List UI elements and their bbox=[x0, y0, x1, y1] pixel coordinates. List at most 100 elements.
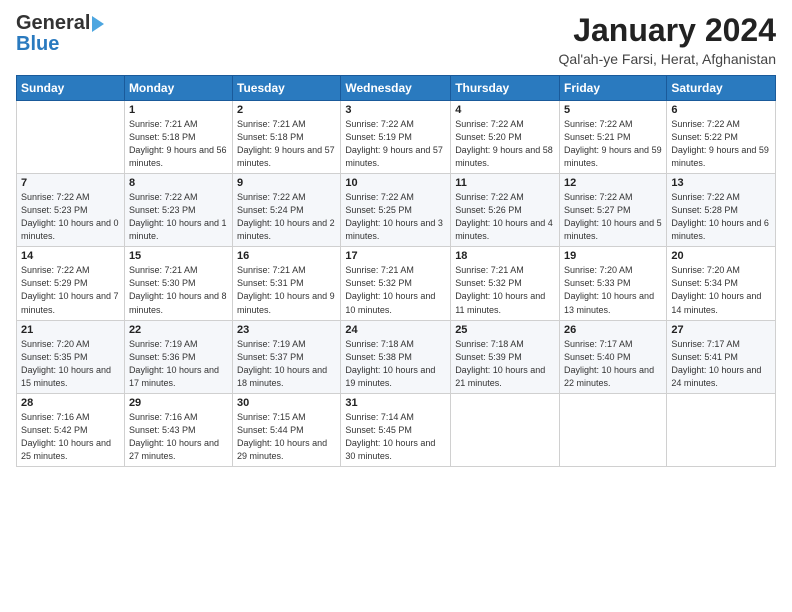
logo-arrow-icon bbox=[92, 16, 104, 32]
table-row: 30Sunrise: 7:15 AMSunset: 5:44 PMDayligh… bbox=[233, 393, 341, 466]
table-row: 24Sunrise: 7:18 AMSunset: 5:38 PMDayligh… bbox=[341, 320, 451, 393]
day-number: 20 bbox=[671, 250, 771, 262]
day-number: 30 bbox=[237, 397, 336, 409]
day-info: Sunrise: 7:16 AMSunset: 5:43 PMDaylight:… bbox=[129, 411, 228, 463]
table-row: 18 Sunrise: 7:21 AMSunset: 5:32 PMDayligh… bbox=[451, 247, 560, 320]
day-number: 19 bbox=[564, 250, 662, 262]
col-monday: Monday bbox=[124, 76, 232, 101]
day-number: 6 bbox=[671, 104, 771, 116]
day-info: Sunrise: 7:22 AMSunset: 5:25 PMDaylight:… bbox=[345, 191, 446, 243]
day-info: Sunrise: 7:22 AMSunset: 5:19 PMDaylight:… bbox=[345, 118, 446, 170]
calendar-week-row: 21 Sunrise: 7:20 AMSunset: 5:35 PMDayligh… bbox=[17, 320, 776, 393]
table-row: 8Sunrise: 7:22 AMSunset: 5:23 PMDaylight… bbox=[124, 174, 232, 247]
calendar-week-row: 1 Sunrise: 7:21 AMSunset: 5:18 PMDaylight… bbox=[17, 101, 776, 174]
day-info: Sunrise: 7:22 AMSunset: 5:21 PMDaylight:… bbox=[564, 118, 662, 170]
page: General Blue January 2024 Qal'ah-ye Fars… bbox=[0, 0, 792, 612]
table-row: 13 Sunrise: 7:22 AMSunset: 5:28 PMDayligh… bbox=[667, 174, 776, 247]
day-number: 28 bbox=[21, 397, 120, 409]
day-info: Sunrise: 7:21 AMSunset: 5:18 PMDaylight:… bbox=[237, 118, 336, 170]
day-info: Sunrise: 7:20 AMSunset: 5:35 PMDaylight:… bbox=[21, 338, 120, 390]
day-info: Sunrise: 7:21 AMSunset: 5:18 PMDaylight:… bbox=[129, 118, 228, 170]
day-info: Sunrise: 7:18 AMSunset: 5:38 PMDaylight:… bbox=[345, 338, 446, 390]
table-row: 17 Sunrise: 7:21 AMSunset: 5:32 PMDayligh… bbox=[341, 247, 451, 320]
day-info: Sunrise: 7:22 AMSunset: 5:29 PMDaylight:… bbox=[21, 264, 120, 316]
table-row bbox=[667, 393, 776, 466]
day-number: 15 bbox=[129, 250, 228, 262]
day-number: 25 bbox=[455, 324, 555, 336]
title-block: January 2024 Qal'ah-ye Farsi, Herat, Afg… bbox=[559, 12, 776, 67]
day-number: 3 bbox=[345, 104, 446, 116]
day-number: 10 bbox=[345, 177, 446, 189]
day-info: Sunrise: 7:20 AMSunset: 5:34 PMDaylight:… bbox=[671, 264, 771, 316]
day-info: Sunrise: 7:22 AMSunset: 5:24 PMDaylight:… bbox=[237, 191, 336, 243]
day-number: 27 bbox=[671, 324, 771, 336]
calendar-week-row: 28 Sunrise: 7:16 AMSunset: 5:42 PMDayligh… bbox=[17, 393, 776, 466]
calendar-header-row: Sunday Monday Tuesday Wednesday Thursday… bbox=[17, 76, 776, 101]
table-row: 5 Sunrise: 7:22 AMSunset: 5:21 PMDaylight… bbox=[560, 101, 667, 174]
col-tuesday: Tuesday bbox=[233, 76, 341, 101]
day-info: Sunrise: 7:22 AMSunset: 5:22 PMDaylight:… bbox=[671, 118, 771, 170]
table-row: 2 Sunrise: 7:21 AMSunset: 5:18 PMDaylight… bbox=[233, 101, 341, 174]
day-info: Sunrise: 7:22 AMSunset: 5:20 PMDaylight:… bbox=[455, 118, 555, 170]
header: General Blue January 2024 Qal'ah-ye Fars… bbox=[16, 12, 776, 67]
table-row: 1 Sunrise: 7:21 AMSunset: 5:18 PMDaylight… bbox=[124, 101, 232, 174]
day-number: 1 bbox=[129, 104, 228, 116]
table-row: 3 Sunrise: 7:22 AMSunset: 5:19 PMDaylight… bbox=[341, 101, 451, 174]
day-info: Sunrise: 7:18 AMSunset: 5:39 PMDaylight:… bbox=[455, 338, 555, 390]
day-number: 29 bbox=[129, 397, 228, 409]
day-number: 12 bbox=[564, 177, 662, 189]
col-saturday: Saturday bbox=[667, 76, 776, 101]
table-row: 26Sunrise: 7:17 AMSunset: 5:40 PMDayligh… bbox=[560, 320, 667, 393]
day-info: Sunrise: 7:21 AMSunset: 5:30 PMDaylight:… bbox=[129, 264, 228, 316]
day-info: Sunrise: 7:19 AMSunset: 5:36 PMDaylight:… bbox=[129, 338, 228, 390]
day-info: Sunrise: 7:22 AMSunset: 5:23 PMDaylight:… bbox=[129, 191, 228, 243]
day-info: Sunrise: 7:21 AMSunset: 5:31 PMDaylight:… bbox=[237, 264, 336, 316]
day-number: 7 bbox=[21, 177, 120, 189]
calendar-week-row: 14 Sunrise: 7:22 AMSunset: 5:29 PMDayligh… bbox=[17, 247, 776, 320]
day-info: Sunrise: 7:17 AMSunset: 5:41 PMDaylight:… bbox=[671, 338, 771, 390]
table-row bbox=[17, 101, 125, 174]
table-row: 9 Sunrise: 7:22 AMSunset: 5:24 PMDaylight… bbox=[233, 174, 341, 247]
table-row: 16 Sunrise: 7:21 AMSunset: 5:31 PMDayligh… bbox=[233, 247, 341, 320]
table-row bbox=[560, 393, 667, 466]
table-row: 10 Sunrise: 7:22 AMSunset: 5:25 PMDayligh… bbox=[341, 174, 451, 247]
table-row: 4 Sunrise: 7:22 AMSunset: 5:20 PMDaylight… bbox=[451, 101, 560, 174]
day-number: 5 bbox=[564, 104, 662, 116]
table-row: 14 Sunrise: 7:22 AMSunset: 5:29 PMDayligh… bbox=[17, 247, 125, 320]
col-sunday: Sunday bbox=[17, 76, 125, 101]
table-row: 23 Sunrise: 7:19 AMSunset: 5:37 PMDayligh… bbox=[233, 320, 341, 393]
day-info: Sunrise: 7:21 AMSunset: 5:32 PMDaylight:… bbox=[455, 264, 555, 316]
day-info: Sunrise: 7:16 AMSunset: 5:42 PMDaylight:… bbox=[21, 411, 120, 463]
day-info: Sunrise: 7:22 AMSunset: 5:26 PMDaylight:… bbox=[455, 191, 555, 243]
day-info: Sunrise: 7:17 AMSunset: 5:40 PMDaylight:… bbox=[564, 338, 662, 390]
table-row: 12Sunrise: 7:22 AMSunset: 5:27 PMDayligh… bbox=[560, 174, 667, 247]
col-wednesday: Wednesday bbox=[341, 76, 451, 101]
location: Qal'ah-ye Farsi, Herat, Afghanistan bbox=[559, 51, 776, 67]
table-row: 19 Sunrise: 7:20 AMSunset: 5:33 PMDayligh… bbox=[560, 247, 667, 320]
table-row: 29 Sunrise: 7:16 AMSunset: 5:43 PMDayligh… bbox=[124, 393, 232, 466]
day-info: Sunrise: 7:21 AMSunset: 5:32 PMDaylight:… bbox=[345, 264, 446, 316]
logo-general: General bbox=[16, 12, 90, 35]
day-number: 13 bbox=[671, 177, 771, 189]
day-number: 21 bbox=[21, 324, 120, 336]
day-number: 11 bbox=[455, 177, 555, 189]
day-number: 18 bbox=[455, 250, 555, 262]
day-number: 22 bbox=[129, 324, 228, 336]
day-number: 9 bbox=[237, 177, 336, 189]
table-row: 28 Sunrise: 7:16 AMSunset: 5:42 PMDayligh… bbox=[17, 393, 125, 466]
day-number: 4 bbox=[455, 104, 555, 116]
col-thursday: Thursday bbox=[451, 76, 560, 101]
day-number: 14 bbox=[21, 250, 120, 262]
calendar-week-row: 7 Sunrise: 7:22 AMSunset: 5:23 PMDaylight… bbox=[17, 174, 776, 247]
calendar-table: Sunday Monday Tuesday Wednesday Thursday… bbox=[16, 75, 776, 467]
day-info: Sunrise: 7:22 AMSunset: 5:28 PMDaylight:… bbox=[671, 191, 771, 243]
table-row: 25 Sunrise: 7:18 AMSunset: 5:39 PMDayligh… bbox=[451, 320, 560, 393]
day-number: 2 bbox=[237, 104, 336, 116]
day-number: 16 bbox=[237, 250, 336, 262]
day-info: Sunrise: 7:19 AMSunset: 5:37 PMDaylight:… bbox=[237, 338, 336, 390]
table-row: 27 Sunrise: 7:17 AMSunset: 5:41 PMDayligh… bbox=[667, 320, 776, 393]
day-number: 23 bbox=[237, 324, 336, 336]
day-info: Sunrise: 7:22 AMSunset: 5:23 PMDaylight:… bbox=[21, 191, 120, 243]
day-info: Sunrise: 7:20 AMSunset: 5:33 PMDaylight:… bbox=[564, 264, 662, 316]
day-number: 17 bbox=[345, 250, 446, 262]
